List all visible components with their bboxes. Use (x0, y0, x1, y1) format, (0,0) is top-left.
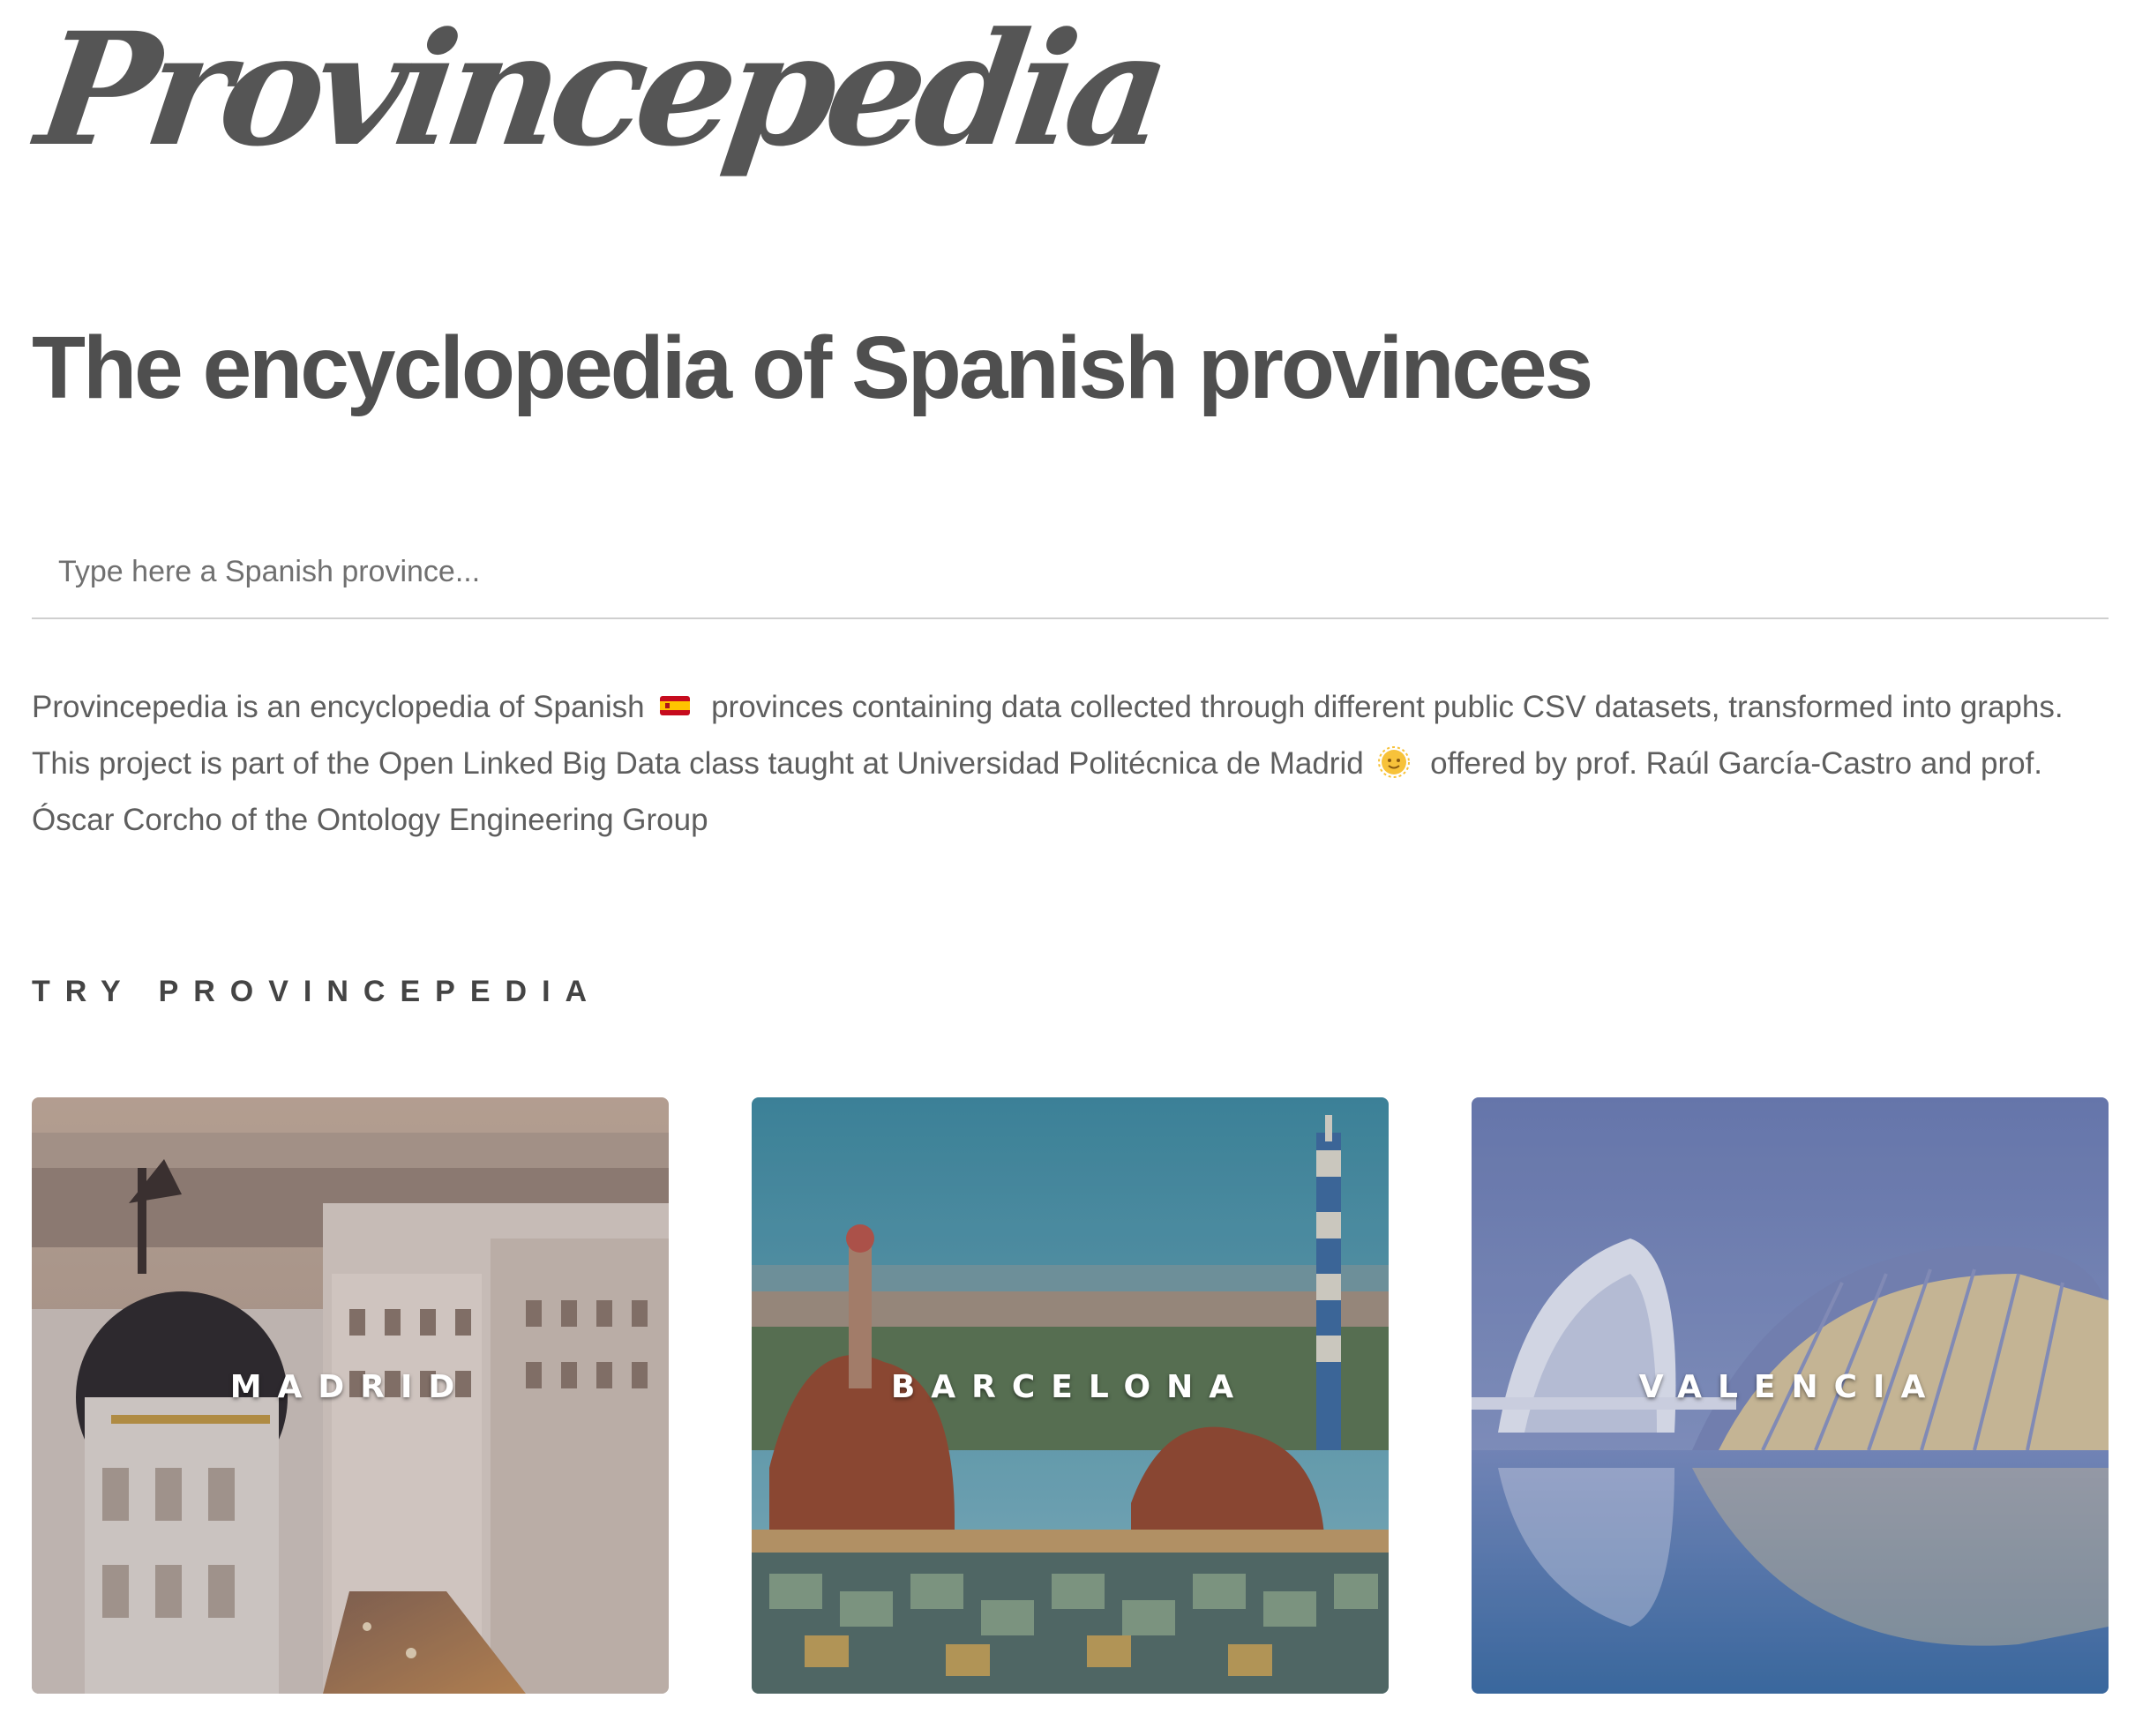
page-headline: The encyclopedia of Spanish provinces (32, 318, 1593, 417)
card-label-barcelona: BARCELONA (890, 1369, 1250, 1405)
intro-text-1: Provincepedia is an encyclopedia of Span… (32, 690, 645, 724)
card-barcelona[interactable]: BARCELONA (752, 1097, 1389, 1694)
site-logo[interactable]: Provincepedia (28, 0, 1172, 181)
try-section-title: TRY PROVINCEPEDIA (32, 975, 603, 1008)
province-cards: MADRID BARCELONA VALENCIA (32, 1097, 2109, 1694)
card-valencia[interactable]: VALENCIA (1472, 1097, 2109, 1694)
spain-flag-icon (660, 696, 691, 715)
sun-face-icon (1378, 746, 1411, 778)
province-search-input[interactable] (32, 526, 2109, 617)
search-bar (32, 526, 2109, 619)
card-label-valencia: VALENCIA (1638, 1369, 1942, 1405)
card-madrid[interactable]: MADRID (32, 1097, 669, 1694)
card-label-madrid: MADRID (229, 1369, 471, 1405)
intro-paragraph: Provincepedia is an encyclopedia of Span… (32, 679, 2114, 849)
